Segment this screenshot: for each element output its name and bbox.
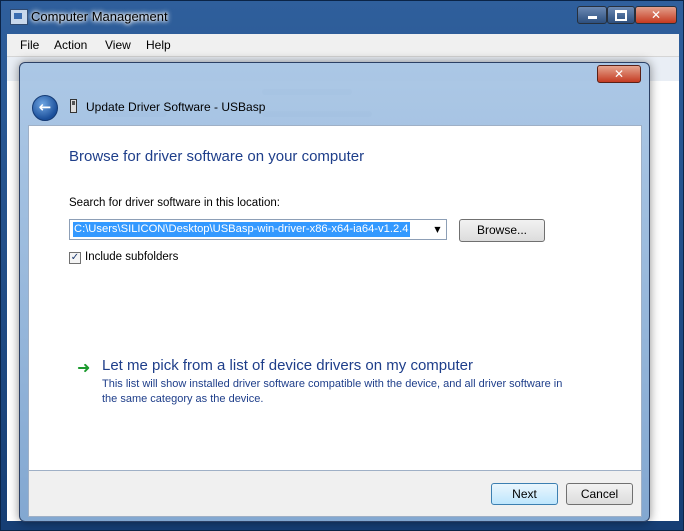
menu-help[interactable]: Help: [146, 38, 171, 52]
green-arrow-icon[interactable]: ➜: [77, 358, 90, 377]
maximize-icon: [615, 10, 627, 21]
include-subfolders-checkbox[interactable]: ✓: [69, 252, 81, 264]
dropdown-arrow-icon[interactable]: ▼: [430, 221, 445, 238]
driver-path-value[interactable]: C:\Users\SILICON\Desktop\USBasp-win-driv…: [73, 222, 410, 237]
close-icon: ✕: [613, 67, 625, 81]
menu-file[interactable]: File: [20, 38, 39, 52]
back-button[interactable]: ←: [32, 95, 58, 121]
close-button[interactable]: ✕: [635, 6, 677, 24]
menu-bar: File Action View Help: [7, 34, 679, 57]
search-location-label: Search for driver software in this locat…: [69, 197, 280, 209]
computer-management-icon: [10, 9, 28, 25]
checkmark-icon: ✓: [70, 252, 80, 263]
menu-action[interactable]: Action: [54, 38, 87, 52]
wizard-content: Browse for driver software on your compu…: [28, 125, 642, 471]
next-button[interactable]: Next: [491, 483, 558, 505]
pick-from-list-link[interactable]: Let me pick from a list of device driver…: [102, 357, 473, 374]
include-subfolders-label[interactable]: Include subfolders: [85, 251, 178, 263]
driver-path-combobox[interactable]: C:\Users\SILICON\Desktop\USBasp-win-driv…: [69, 219, 447, 240]
page-heading: Browse for driver software on your compu…: [69, 148, 365, 165]
title-bar: Computer Management ✕: [7, 6, 679, 28]
cancel-button[interactable]: Cancel: [566, 483, 633, 505]
usb-device-icon: [70, 99, 77, 113]
browse-button[interactable]: Browse...: [459, 219, 545, 242]
back-arrow-icon: ←: [38, 98, 52, 116]
minimize-icon: [587, 16, 597, 19]
close-icon: ✕: [650, 8, 662, 22]
minimize-button[interactable]: [577, 6, 607, 24]
menu-view[interactable]: View: [105, 38, 131, 52]
window-title: Computer Management: [31, 9, 168, 24]
update-driver-dialog: ✕ ← Update Driver Software - USBasp Brow…: [19, 62, 650, 522]
pick-from-list-description: This list will show installed driver sof…: [102, 378, 563, 405]
dialog-footer: Next Cancel: [28, 471, 642, 517]
dialog-close-button[interactable]: ✕: [597, 65, 641, 83]
maximize-button[interactable]: [607, 6, 635, 24]
dialog-title: Update Driver Software - USBasp: [86, 100, 266, 114]
